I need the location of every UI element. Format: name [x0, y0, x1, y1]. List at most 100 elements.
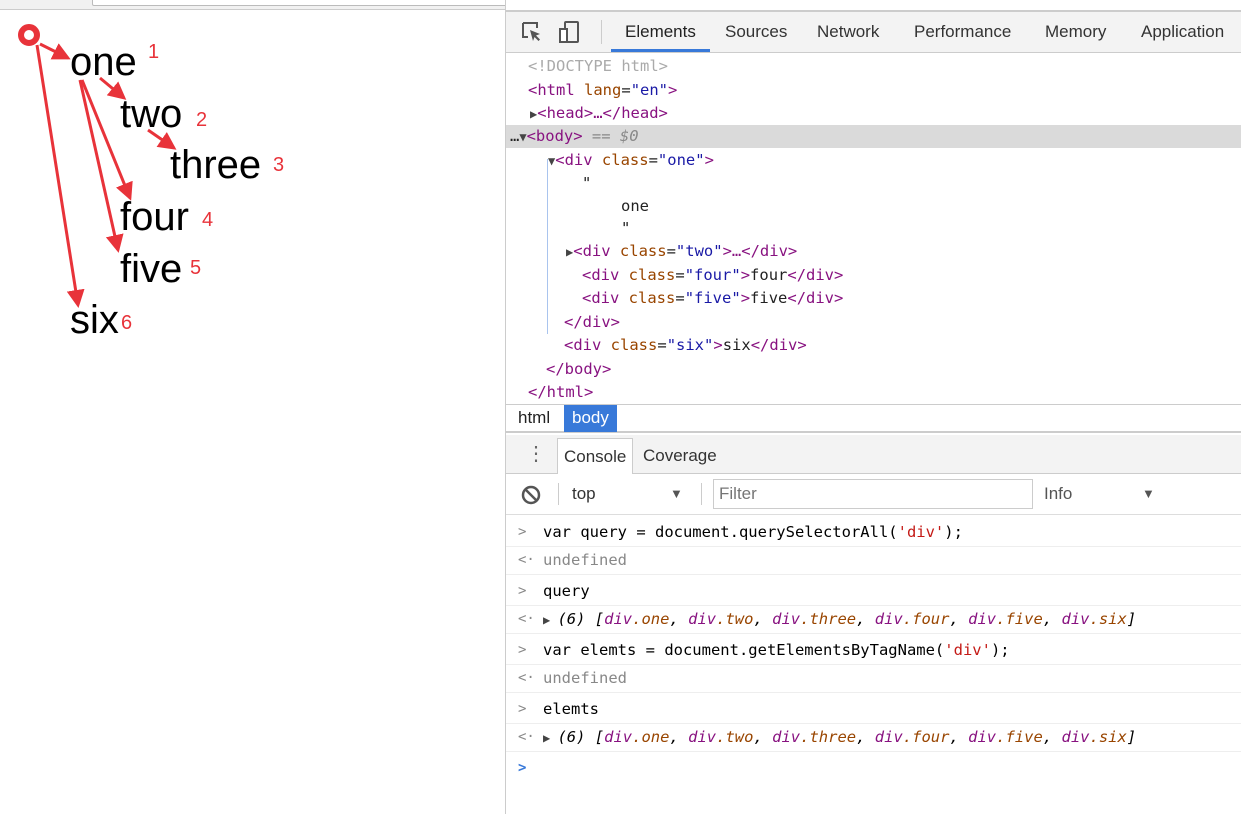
doctype-node[interactable]: <!DOCTYPE html> — [528, 55, 668, 78]
attr-value: "six" — [666, 336, 714, 354]
array-item[interactable]: div.six — [1061, 610, 1126, 628]
html-close[interactable]: </html> — [528, 381, 593, 404]
array-count: (6) — [557, 728, 586, 746]
tag: <head>…</head> — [537, 104, 668, 122]
attr-value: "one" — [657, 151, 705, 169]
expand-triangle-icon[interactable]: ▶ — [543, 731, 557, 745]
div-one-text: one — [70, 40, 137, 84]
output-text: undefined — [543, 551, 627, 569]
device-toolbar-icon[interactable] — [558, 20, 582, 44]
div-six-node[interactable]: <div class="six">six</div> — [564, 334, 807, 357]
console-input-row[interactable]: > query — [506, 577, 1241, 606]
tab-elements[interactable]: Elements — [611, 12, 710, 52]
tab-network[interactable]: Network — [803, 12, 893, 52]
collapse-triangle-icon[interactable]: ▼ — [519, 130, 526, 144]
text-quote: " — [621, 219, 631, 237]
rendered-page: one 1 two 2 three 3 four 4 five 5 six 6 — [0, 0, 512, 814]
selected-marker: == $0 — [591, 127, 639, 145]
output-arrow-icon: <· — [518, 552, 535, 568]
string: 'div' — [944, 641, 991, 659]
output-arrow-icon: <· — [518, 729, 535, 745]
tab-coverage[interactable]: Coverage — [637, 438, 723, 474]
code: var elemts = document.getElementsByTagNa… — [543, 641, 945, 659]
console-input-row[interactable]: > var elemts = document.getElementsByTagN… — [506, 636, 1241, 665]
tab-console[interactable]: Console — [557, 438, 634, 474]
array-item[interactable]: div.three — [772, 610, 856, 628]
drawer-menu-icon[interactable]: ⋮ — [526, 441, 546, 467]
context-select[interactable]: top ▼ — [572, 475, 692, 513]
arrow-to-five — [78, 79, 124, 253]
head-node[interactable]: ▶<head>…</head> — [530, 102, 668, 125]
div-two-text: two — [120, 92, 183, 136]
array-item[interactable]: div.three — [772, 728, 856, 746]
devtools-panel: Elements Sources Network Performance Mem… — [505, 0, 1241, 814]
array-items: div.one, div.two, div.three, div.four, d… — [604, 728, 1127, 746]
breadcrumb-html[interactable]: html — [510, 405, 558, 432]
div-one-close[interactable]: </div> — [564, 311, 620, 334]
annotation-number: 2 — [196, 109, 208, 131]
expand-triangle-icon[interactable]: ▶ — [543, 613, 557, 627]
tab-application[interactable]: Application — [1127, 12, 1238, 52]
array-item[interactable]: div.four — [875, 610, 950, 628]
tag: </div> — [787, 289, 844, 307]
array-item[interactable]: div.four — [875, 728, 950, 746]
body-close[interactable]: </body> — [546, 358, 611, 381]
div-three-text: three — [170, 143, 262, 187]
arrow-to-six — [35, 44, 85, 308]
breadcrumb: html body — [506, 404, 1241, 433]
clear-console-icon[interactable] — [521, 485, 541, 505]
console-array-row[interactable]: <· ▶ (6) [div.one, div.two, div.three, di… — [506, 723, 1241, 752]
console-array-row[interactable]: <· ▶ (6) [div.one, div.two, div.three, di… — [506, 605, 1241, 634]
text-node-one[interactable]: one — [621, 195, 649, 218]
html-node[interactable]: <html lang="en"> — [528, 79, 677, 102]
array-count: (6) — [557, 610, 586, 628]
code: var query = document.querySelectorAll( — [543, 523, 898, 541]
output-arrow-icon: <· — [518, 611, 535, 627]
annotation-number: 6 — [121, 312, 133, 334]
array-items: div.one, div.two, div.three, div.four, d… — [604, 610, 1127, 628]
array-item[interactable]: div.one — [604, 610, 669, 628]
breadcrumb-body[interactable]: body — [564, 405, 617, 432]
array-item[interactable]: div.six — [1061, 728, 1126, 746]
tag: </div> — [750, 336, 807, 354]
array-item[interactable]: div.two — [688, 728, 753, 746]
tag: <div — [564, 336, 602, 354]
code: ); — [990, 641, 1010, 659]
console-prompt[interactable]: > — [506, 754, 1241, 783]
tab-memory[interactable]: Memory — [1031, 12, 1120, 52]
tab-performance[interactable]: Performance — [900, 12, 1025, 52]
tag: </div> — [787, 266, 844, 284]
prompt-caret-icon: > — [518, 760, 527, 776]
more-dots-icon[interactable]: … — [510, 127, 519, 145]
tag: <body> — [526, 127, 583, 145]
array-item[interactable]: div.one — [604, 728, 669, 746]
array-item[interactable]: div.five — [968, 610, 1043, 628]
array-item[interactable]: div.two — [688, 610, 753, 628]
body-node[interactable]: …▼<body> == $0 — [510, 125, 639, 148]
attr-value: "two" — [675, 242, 723, 260]
tab-sources[interactable]: Sources — [711, 12, 801, 52]
text-quote: " — [582, 174, 592, 192]
annotation-number: 5 — [190, 257, 202, 279]
array-item[interactable]: div.five — [968, 728, 1043, 746]
div-six-text: six — [70, 298, 119, 342]
code: query — [543, 582, 590, 600]
output-arrow-icon: <· — [518, 670, 535, 686]
div-five-node[interactable]: <div class="five">five</div> — [582, 287, 843, 310]
text: five — [750, 289, 788, 307]
console-output-row: <· undefined — [506, 664, 1241, 693]
filter-input[interactable] — [713, 479, 1033, 509]
console-input-row[interactable]: > var query = document.querySelectorAll('… — [506, 518, 1241, 547]
div-two-node[interactable]: ▶<div class="two">…</div> — [566, 240, 797, 263]
console-input-row[interactable]: > elemts — [506, 695, 1241, 724]
devtools-tab-bar: Elements Sources Network Performance Mem… — [506, 12, 1241, 53]
div-four-node[interactable]: <div class="four">four</div> — [582, 264, 843, 287]
code: ); — [944, 523, 963, 541]
log-level-select[interactable]: Info ▼ — [1044, 475, 1164, 513]
div-one-node[interactable]: ▼<div class="one"> — [548, 149, 714, 172]
output-text: undefined — [543, 669, 627, 687]
indent-guide — [547, 159, 548, 334]
inspect-element-icon[interactable] — [520, 20, 544, 44]
attr-name: class — [619, 242, 667, 260]
tag: <div — [555, 151, 593, 169]
